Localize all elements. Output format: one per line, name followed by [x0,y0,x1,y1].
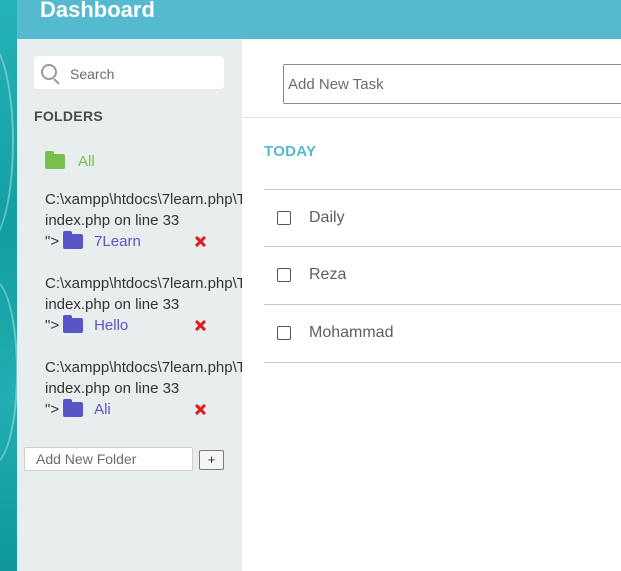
error-prefix: "> [45,317,60,334]
sidebar: FOLDERS All C:\xampp\htdocs\7learn.php\T… [17,39,340,571]
add-folder-input[interactable] [24,447,193,471]
task-item[interactable]: Mohammad [277,322,393,344]
delete-icon[interactable] [195,320,206,331]
folder-icon [45,150,65,169]
add-folder-button[interactable]: + [199,450,224,470]
background-strip [0,0,17,571]
error-prefix: "> [45,401,60,418]
divider [264,246,621,247]
task-label: Mohammad [309,324,394,341]
checkbox-icon[interactable] [277,326,291,340]
folder-item-all[interactable]: All [45,150,95,172]
task-label: Daily [309,209,345,226]
task-item[interactable]: Reza [277,264,346,286]
add-task-input[interactable] [283,64,621,104]
task-item[interactable]: Daily [277,207,345,229]
checkbox-icon[interactable] [277,211,291,225]
section-title-today: TODAY [264,143,317,160]
folder-label[interactable]: Hello [94,315,194,336]
divider [264,304,621,305]
main-content: TODAY Daily Reza Mohammad [242,39,621,571]
folder-label: All [78,152,95,170]
folder-icon [63,231,84,249]
folder-label[interactable]: 7Learn [94,231,194,252]
checkbox-icon[interactable] [277,268,291,282]
divider [264,362,621,363]
folder-label[interactable]: Ali [94,399,194,420]
divider [264,189,621,190]
task-label: Reza [309,266,347,283]
delete-icon[interactable] [195,236,206,247]
folders-heading: FOLDERS [34,108,103,124]
search-input[interactable] [68,63,222,85]
search-icon [41,64,57,80]
app-header: Dashboard [17,0,621,39]
folder-icon [63,399,84,417]
error-prefix: "> [45,233,60,250]
search-box[interactable] [34,56,224,89]
folder-icon [63,315,84,333]
divider [242,117,621,118]
delete-icon[interactable] [195,404,206,415]
page-title: Dashboard [40,0,155,22]
